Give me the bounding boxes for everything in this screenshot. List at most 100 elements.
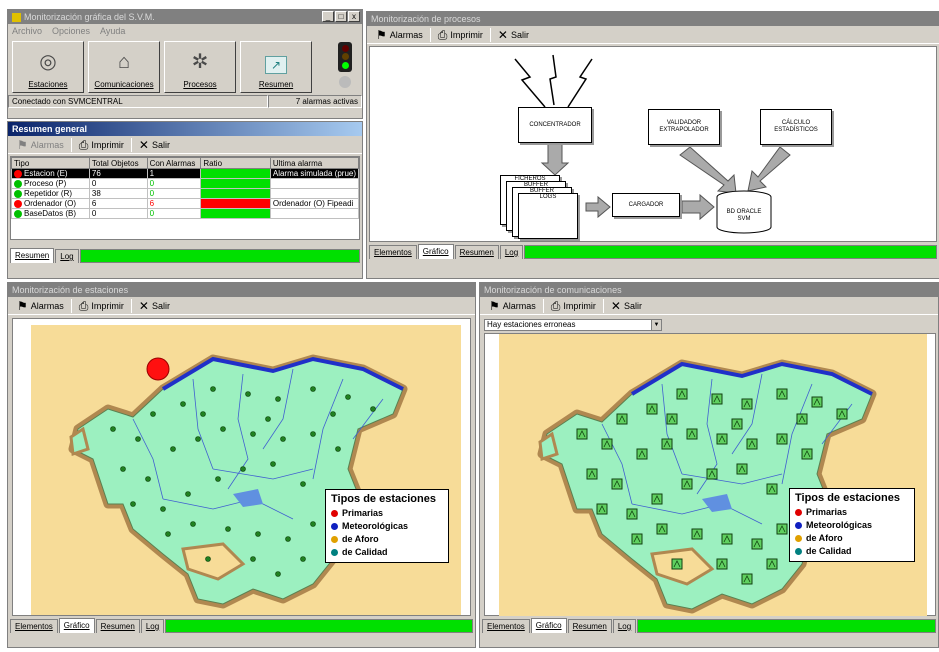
tab-elementos[interactable]: Elementos: [369, 245, 417, 259]
legend-item: Primarias: [795, 506, 909, 519]
print-button[interactable]: ⎙ Imprimir: [548, 300, 599, 312]
col-ratio[interactable]: Ratio: [200, 157, 271, 169]
summary-toolbar: ⚑ Alarmas ⎙ Imprimir ✕ Salir: [8, 136, 362, 154]
tab-resumen[interactable]: Resumen: [10, 248, 55, 263]
legend-item: Primarias: [331, 507, 443, 520]
arrow-right-shape: [585, 195, 611, 219]
station-marker: [240, 466, 246, 472]
cell-total-text: 76: [91, 169, 101, 178]
procesos-button[interactable]: ✲ Procesos: [164, 41, 236, 93]
cargador-box[interactable]: CARGADOR: [612, 193, 680, 217]
exit-button[interactable]: ✕ Salir: [136, 300, 173, 312]
table-row[interactable]: Estacion (E) 76 1 Alarma simulada (prue): [11, 168, 359, 179]
stations-legend: Tipos de estaciones Primarias Meteorológ…: [325, 489, 449, 563]
col-alarmas[interactable]: Con Alarmas: [146, 157, 202, 169]
chart-icon: ↗: [265, 56, 287, 74]
legend-label: Primarias: [806, 507, 848, 517]
tab-log[interactable]: Log: [499, 245, 524, 259]
col-ultima[interactable]: Ultima alarma: [269, 157, 359, 169]
col-total[interactable]: Total Objetos: [88, 157, 148, 169]
traffic-light-icon: [338, 42, 352, 72]
tab-log-label: Log: [504, 248, 519, 257]
station-marker: [210, 386, 216, 392]
estaciones-button[interactable]: ◎ Estaciones: [12, 41, 84, 93]
tab-grafico[interactable]: Gráfico: [417, 244, 454, 259]
station-marker: [165, 531, 171, 537]
table-row[interactable]: Repetidor (R) 38 0: [11, 188, 359, 199]
summary-status-fill: [79, 249, 360, 263]
calculo-box[interactable]: CÁLCULO ESTADÍSTICOS: [760, 109, 832, 145]
tab-log[interactable]: Log: [612, 619, 637, 633]
tab-resumen[interactable]: Resumen: [454, 245, 499, 259]
gear-icon: ✲: [191, 51, 209, 73]
tab-log[interactable]: Log: [140, 619, 165, 633]
stations-status-fill: [165, 619, 473, 633]
cell-ratio: [200, 198, 271, 209]
cell-alarmas: 0: [146, 188, 202, 199]
alarms-button[interactable]: ⚑ Alarmas: [373, 29, 426, 41]
exit-button[interactable]: ✕ Salir: [495, 29, 532, 41]
chevron-down-icon[interactable]: ▼: [651, 320, 661, 330]
main-window-titlebar[interactable]: Monitorización gráfica del S.V.M. _ □ x: [8, 10, 362, 24]
station-marker: [135, 436, 141, 442]
print-button[interactable]: ⎙ Imprimir: [76, 139, 127, 151]
station-filter-select[interactable]: Hay estaciones erroneas ▼: [484, 319, 662, 331]
printer-icon: ⎙: [78, 137, 89, 152]
stations-titlebar[interactable]: Monitorización de estaciones: [8, 283, 475, 297]
tab-log[interactable]: Log: [55, 249, 79, 263]
communications-legend: Tipos de estaciones Primarias Meteorológ…: [789, 488, 915, 562]
toolbar-separator: [70, 298, 72, 313]
station-marker: [200, 411, 206, 417]
print-button[interactable]: ⎙ Imprimir: [76, 300, 127, 312]
concentrador-box[interactable]: CONCENTRADOR: [518, 107, 592, 143]
table-row[interactable]: BaseDatos (B) 0 0: [11, 208, 359, 219]
cell-ultima: [269, 188, 359, 199]
cell-alarmas: 0: [146, 208, 202, 219]
menu-ayuda[interactable]: Ayuda: [100, 24, 125, 38]
minimize-button[interactable]: _: [322, 11, 334, 22]
communications-status-fill: [637, 619, 936, 633]
tab-grafico-label: Gráfico: [535, 621, 562, 630]
arrow-diag-shape: [747, 146, 791, 192]
table-row[interactable]: Ordenador (O) 6 6 Ordenador (O) Fipeadi: [11, 198, 359, 209]
maximize-button[interactable]: □: [335, 11, 347, 22]
col-tipo[interactable]: Tipo: [11, 157, 90, 169]
legend-dot: [331, 510, 338, 517]
alarms-button[interactable]: ⚑ Alarmas: [14, 300, 67, 312]
table-row[interactable]: Proceso (P) 0 0: [11, 178, 359, 189]
close-button[interactable]: x: [348, 11, 360, 22]
tab-resumen[interactable]: Resumen: [567, 619, 612, 633]
station-marker: [280, 436, 286, 442]
processes-titlebar[interactable]: Monitorización de procesos: [367, 12, 939, 26]
stations-map[interactable]: Tipos de estaciones Primarias Meteorológ…: [12, 318, 471, 616]
alarms-button[interactable]: ⚑ Alarmas: [14, 139, 67, 151]
exit-button[interactable]: ✕ Salir: [136, 139, 173, 151]
station-marker: [225, 526, 231, 532]
cell-tipo-text: Proceso (P): [24, 179, 67, 188]
comunicaciones-button[interactable]: ⌂ Comunicaciones: [88, 41, 160, 93]
menu-archivo[interactable]: Archivo: [12, 24, 42, 38]
tab-resumen[interactable]: Resumen: [95, 619, 140, 633]
station-marker: [120, 466, 126, 472]
alarms-button[interactable]: ⚑ Alarmas: [486, 300, 539, 312]
cell-ratio: [200, 178, 271, 189]
summary-titlebar[interactable]: Resumen general: [8, 122, 362, 136]
alarms-label: Alarmas: [30, 139, 64, 150]
tab-grafico[interactable]: Gráfico: [530, 618, 567, 633]
cell-tipo-text: BaseDatos (B): [24, 209, 77, 218]
printer-icon: ⎙: [78, 298, 89, 313]
exit-button[interactable]: ✕ Salir: [608, 300, 645, 312]
print-button[interactable]: ⎙ Imprimir: [435, 29, 486, 41]
tab-elementos-label: Elementos: [374, 248, 412, 257]
station-marker: [300, 481, 306, 487]
toolbar-separator: [542, 298, 544, 313]
menu-opciones[interactable]: Opciones: [52, 24, 90, 38]
tab-elementos[interactable]: Elementos: [482, 619, 530, 633]
station-marker: [335, 446, 341, 452]
validador-box[interactable]: VALIDADOR EXTRAPOLADOR: [648, 109, 720, 145]
resumen-button[interactable]: ↗ Resumen: [240, 41, 312, 93]
communications-titlebar[interactable]: Monitorización de comunicaciones: [480, 283, 938, 297]
communications-map[interactable]: Tipos de estaciones Primarias Meteorológ…: [484, 333, 936, 616]
tab-grafico[interactable]: Gráfico: [58, 618, 95, 633]
tab-elementos[interactable]: Elementos: [10, 619, 58, 633]
